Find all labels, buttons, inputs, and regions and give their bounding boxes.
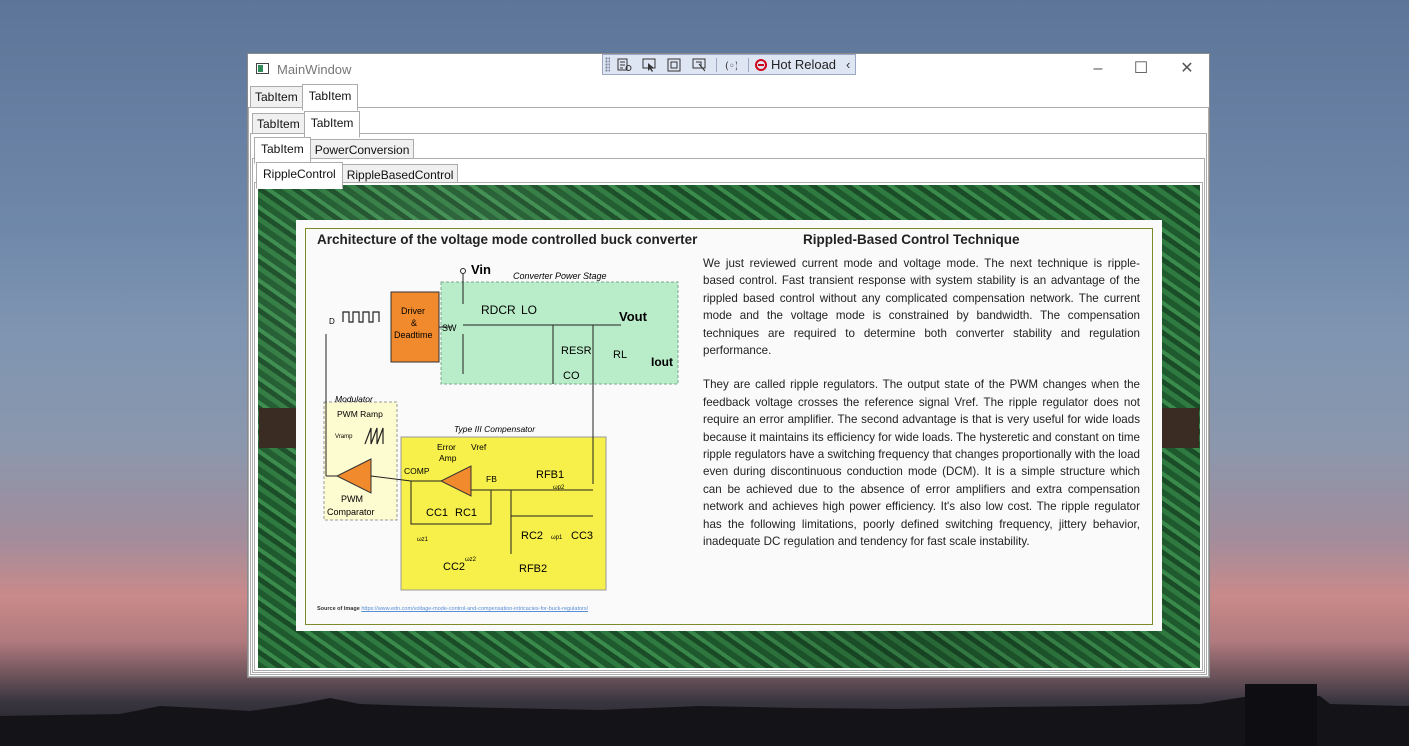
title-bar: MainWindow (◦) Hot Reload ‹ – bbox=[248, 54, 1209, 84]
hot-reload-stop-icon[interactable] bbox=[755, 58, 767, 71]
tab-level2-2[interactable]: TabItem bbox=[303, 111, 361, 138]
tab-level3-1[interactable]: TabItem bbox=[254, 137, 311, 164]
rfb2-label: RFB2 bbox=[519, 563, 547, 575]
compensator-label: Type III Compensator bbox=[454, 424, 536, 434]
modulator-label: Modulator bbox=[335, 394, 374, 404]
comp-label: COMP bbox=[404, 466, 430, 476]
error-amp-label-1: Error bbox=[437, 442, 456, 452]
resr-label: RESR bbox=[561, 345, 592, 357]
section-body: We just reviewed current mode and voltag… bbox=[703, 255, 1140, 568]
hot-reload-toolbar: (◦) Hot Reload ‹ bbox=[602, 54, 856, 75]
rc1-label: RC1 bbox=[455, 507, 477, 519]
vramp-label: Vramp bbox=[335, 434, 353, 440]
vout-label: Vout bbox=[619, 309, 648, 324]
pwm-comparator-label-1: PWM bbox=[341, 494, 363, 504]
app-window-icon bbox=[256, 63, 269, 74]
error-amp-label-2: Amp bbox=[439, 453, 457, 463]
rl-label: RL bbox=[613, 349, 627, 361]
driver-label-1: Driver bbox=[401, 306, 425, 316]
minimize-button[interactable]: – bbox=[1075, 58, 1121, 80]
toolbar-separator bbox=[748, 57, 749, 72]
toolbar-grip[interactable] bbox=[605, 57, 610, 72]
svg-text:(◦): (◦) bbox=[725, 61, 737, 71]
wz1-label: ωz1 bbox=[417, 537, 429, 543]
tab-ripplecontrol[interactable]: RippleControl bbox=[256, 162, 343, 189]
image-source: Source of Image https://www.edn.com/volt… bbox=[317, 606, 588, 612]
source-link[interactable]: https://www.edn.com/voltage-mode-control… bbox=[361, 606, 588, 612]
vref-label: Vref bbox=[471, 442, 487, 452]
power-stage-label: Converter Power Stage bbox=[513, 271, 607, 281]
rc2-label: RC2 bbox=[521, 530, 543, 542]
tab-level1-2[interactable]: TabItem bbox=[301, 84, 359, 111]
city-skyline bbox=[0, 684, 1409, 746]
rfb1-label: RFB1 bbox=[536, 469, 564, 481]
fb-label: FB bbox=[486, 474, 497, 484]
paragraph-1: We just reviewed current mode and voltag… bbox=[703, 257, 1140, 358]
cc3-label: CC3 bbox=[571, 530, 593, 542]
rdcr-label: RDCR bbox=[481, 303, 516, 317]
wz2-label: ωz2 bbox=[465, 557, 477, 563]
vin-terminal bbox=[460, 268, 466, 274]
iout-label: Iout bbox=[651, 355, 673, 369]
co-label: CO bbox=[563, 370, 580, 382]
paragraph-2: They are called ripple regulators. The o… bbox=[703, 378, 1140, 549]
live-visual-tree-icon[interactable] bbox=[616, 58, 632, 72]
cc1-label: CC1 bbox=[426, 507, 448, 519]
pwm-signal bbox=[342, 311, 380, 323]
buck-converter-diagram: Converter Power Stage Modulator PWM Ramp… bbox=[323, 262, 679, 591]
close-button[interactable]: ✕ bbox=[1164, 58, 1210, 80]
window-title: MainWindow bbox=[277, 62, 352, 77]
d-label: D bbox=[329, 317, 335, 326]
driver-label-2: & bbox=[411, 318, 417, 328]
tab-level1-1[interactable]: TabItem bbox=[250, 86, 303, 109]
source-label: Source of Image bbox=[317, 606, 360, 612]
power-stage-box bbox=[440, 281, 679, 385]
content-slide: Architecture of the voltage mode control… bbox=[296, 220, 1162, 631]
pwm-comparator-label-2: Comparator bbox=[327, 507, 375, 517]
hot-reload-label[interactable]: Hot Reload bbox=[771, 57, 836, 72]
binding-failures-icon[interactable]: (◦) bbox=[723, 58, 739, 72]
vin-label: Vin bbox=[471, 262, 491, 277]
cc2-label: CC2 bbox=[443, 561, 465, 573]
diagram-title: Architecture of the voltage mode control… bbox=[317, 232, 698, 247]
wp1-label: ωp1 bbox=[551, 535, 563, 541]
sw-label: SW bbox=[442, 323, 457, 333]
driver-label-3: Deadtime bbox=[394, 330, 433, 340]
pwm-ramp-label: PWM Ramp bbox=[337, 409, 383, 419]
section-title: Rippled-Based Control Technique bbox=[803, 232, 1020, 247]
lo-label: LO bbox=[521, 303, 537, 317]
collapse-chevron-icon[interactable]: ‹ bbox=[846, 57, 850, 72]
maximize-button[interactable]: ☐ bbox=[1118, 58, 1164, 80]
track-focus-icon[interactable] bbox=[691, 58, 707, 72]
select-element-icon[interactable] bbox=[641, 58, 657, 72]
toolbar-separator bbox=[716, 57, 717, 72]
display-adorners-icon[interactable] bbox=[666, 58, 682, 72]
